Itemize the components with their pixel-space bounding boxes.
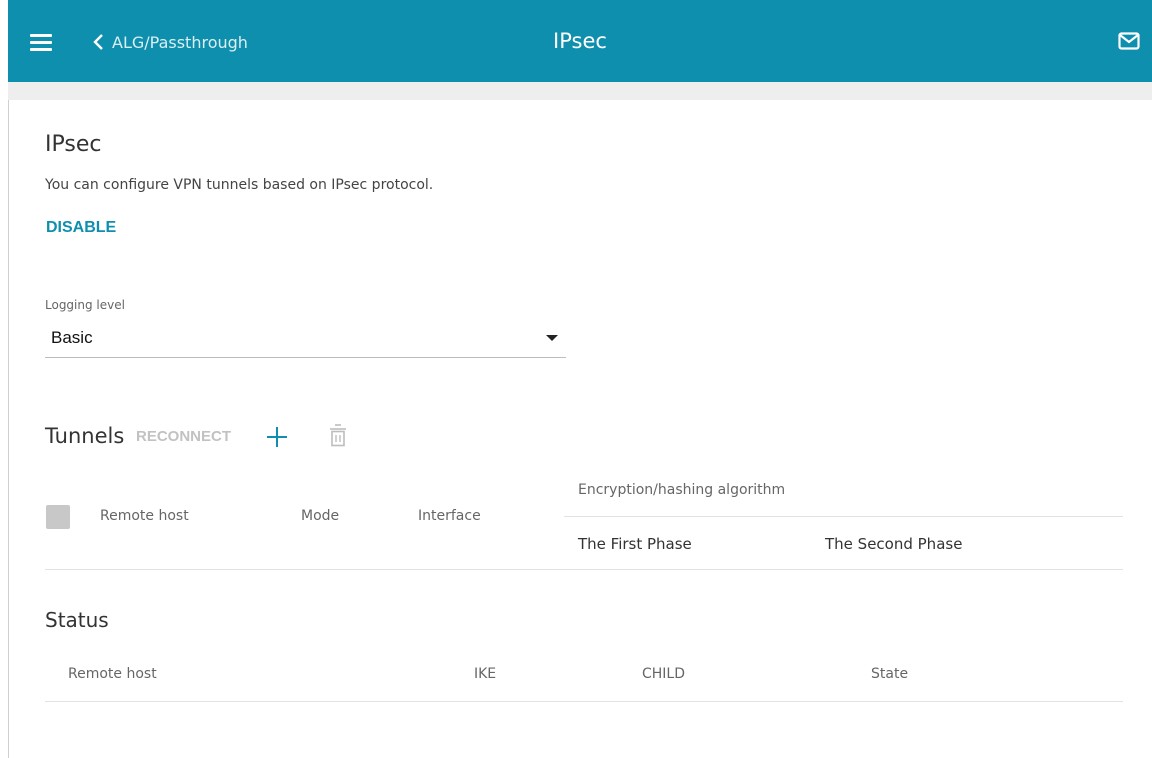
status-table-divider: [45, 701, 1123, 702]
plus-icon[interactable]: [265, 425, 289, 453]
left-border: [8, 100, 9, 758]
status-col-child: CHILD: [642, 666, 686, 682]
ipsec-heading: IPsec: [45, 132, 102, 157]
reconnect-button[interactable]: RECONNECT: [136, 428, 231, 445]
ipsec-description: You can configure VPN tunnels based on I…: [45, 177, 434, 193]
main-content: IPsec You can configure VPN tunnels base…: [45, 100, 1125, 758]
col-mode: Mode: [301, 508, 340, 524]
top-app-bar: ALG/Passthrough IPsec: [8, 0, 1152, 82]
tunnels-heading: Tunnels: [45, 424, 125, 448]
trash-icon[interactable]: [329, 423, 347, 453]
status-col-remote-host: Remote host: [68, 666, 157, 682]
page-title: IPsec: [553, 29, 607, 53]
encryption-divider: [564, 516, 1123, 517]
col-encryption: Encryption/hashing algorithm: [578, 482, 786, 498]
caret-down-icon: [546, 335, 558, 341]
status-col-state: State: [871, 666, 909, 682]
header-shadow-bar: [8, 82, 1152, 100]
logging-level-label: Logging level: [45, 298, 125, 312]
status-heading: Status: [45, 608, 109, 632]
envelope-icon[interactable]: [1118, 32, 1140, 54]
col-second-phase: The Second Phase: [825, 535, 963, 553]
select-all-checkbox[interactable]: [46, 505, 70, 529]
col-interface: Interface: [418, 508, 481, 524]
logging-level-value: Basic: [51, 328, 93, 347]
tunnels-table-divider: [45, 569, 1123, 570]
col-first-phase: The First Phase: [578, 535, 692, 553]
status-col-ike: IKE: [474, 666, 497, 682]
col-remote-host: Remote host: [100, 508, 189, 524]
disable-button[interactable]: DISABLE: [46, 219, 116, 237]
logging-level-select[interactable]: Basic: [45, 317, 566, 358]
